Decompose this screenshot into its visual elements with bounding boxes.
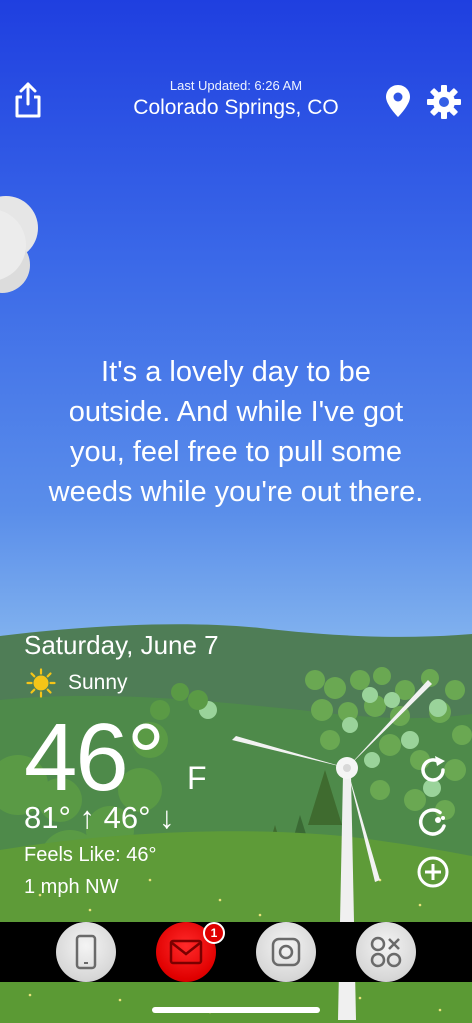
mail-app-icon xyxy=(169,939,203,965)
time-travel-button[interactable] xyxy=(416,806,450,840)
date-label: Saturday, June 7 xyxy=(24,630,219,660)
temperature-unit: F xyxy=(187,760,207,796)
settings-button[interactable] xyxy=(426,84,462,120)
message-line: you, feel free to pull some xyxy=(69,436,403,468)
cloud xyxy=(0,196,38,293)
phone-app-icon xyxy=(75,934,97,970)
high-low-temps: 81° ↑ 46° ↓ xyxy=(24,800,175,835)
mail-badge: 1 xyxy=(203,922,225,944)
add-icon xyxy=(417,856,449,888)
wind-text: 1 mph NW xyxy=(24,876,119,898)
apps-grid-icon xyxy=(370,936,402,968)
condition-text: Sunny xyxy=(68,671,128,694)
foreground-grass-bottom xyxy=(0,982,472,1023)
time-travel-icon xyxy=(418,808,446,836)
condition-row: Sunny xyxy=(26,668,128,698)
camera-app-icon xyxy=(271,937,301,967)
apps-grid-button[interactable] xyxy=(356,922,416,982)
camera-app-button[interactable] xyxy=(256,922,316,982)
top-bar: Last Updated: 6:26 AM Colorado Springs, … xyxy=(0,70,472,130)
map-pin-icon xyxy=(386,85,410,117)
message-line: outside. And while I've got xyxy=(68,396,404,428)
temperature-value[interactable]: 46° xyxy=(24,708,165,808)
feels-like-text: Feels Like: 46° xyxy=(24,844,157,866)
gear-icon xyxy=(427,85,461,119)
message-line: It's a lovely day to be xyxy=(101,356,371,388)
location-button[interactable] xyxy=(385,84,411,118)
weather-message: It's a lovely day to be outside. And whi… xyxy=(20,352,452,512)
sun-icon xyxy=(26,668,56,698)
refresh-button[interactable] xyxy=(416,753,450,787)
add-button[interactable] xyxy=(416,855,450,889)
message-line: weeds while you're out there. xyxy=(48,476,424,508)
phone-app-button[interactable] xyxy=(56,922,116,982)
home-indicator[interactable] xyxy=(152,1007,320,1013)
refresh-icon xyxy=(421,756,445,782)
